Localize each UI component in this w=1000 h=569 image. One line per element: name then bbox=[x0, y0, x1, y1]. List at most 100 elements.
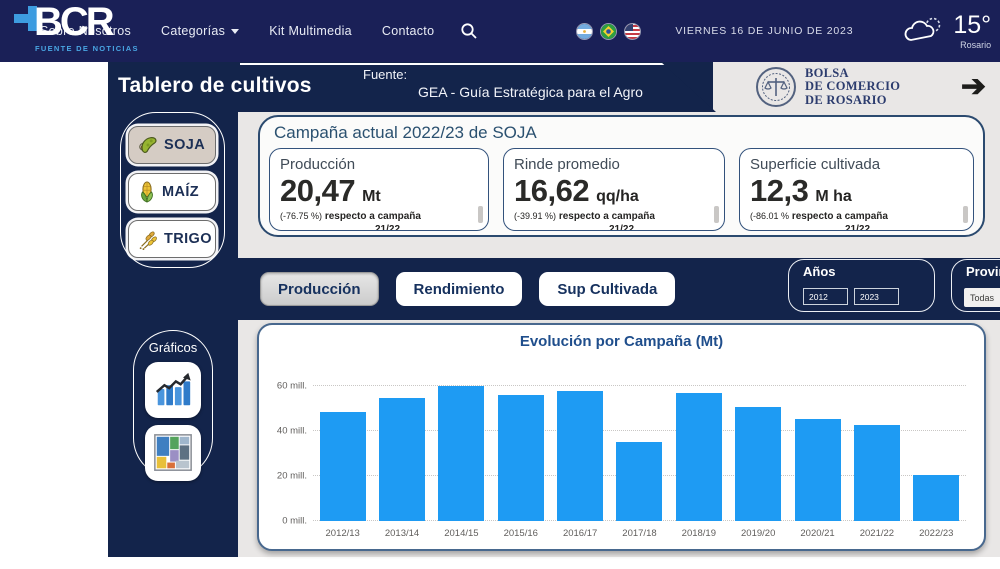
delta-text: respecto a campaña bbox=[559, 211, 655, 222]
chart-title: Evolución por Campaña (Mt) bbox=[259, 333, 984, 350]
stat-delta-line2: 21/22 bbox=[375, 224, 478, 231]
x-axis-tick-label: 2015/16 bbox=[491, 528, 550, 541]
bar-chart-view-button[interactable] bbox=[145, 362, 201, 418]
source-label: Fuente: bbox=[363, 67, 643, 82]
flag-argentina-icon[interactable] bbox=[576, 23, 593, 40]
year-from-input[interactable] bbox=[803, 288, 848, 305]
stat-cards-row: Producción 20,47 Mt (-76.75 %) respecto … bbox=[269, 148, 974, 231]
bar-2020/21[interactable] bbox=[795, 419, 841, 521]
years-label: Años bbox=[803, 264, 836, 279]
search-icon[interactable] bbox=[460, 22, 478, 40]
weather-widget: 15° Rosario bbox=[903, 13, 991, 50]
org-name: BOLSA DE COMERCIO DE ROSARIO bbox=[805, 67, 900, 108]
bar-2021/22[interactable] bbox=[854, 425, 900, 521]
crop-button-maiz[interactable]: MAÍZ bbox=[128, 173, 216, 211]
stat-label: Producción bbox=[280, 156, 478, 173]
bar-2019/20[interactable] bbox=[735, 407, 781, 521]
y-axis-tick-label: 40 mill. bbox=[269, 425, 307, 436]
bar-2015/16[interactable] bbox=[498, 395, 544, 521]
filter-bar: Producción Rendimiento Sup Cultivada Año… bbox=[238, 258, 1000, 320]
summary-section: Campaña actual 2022/23 de SOJA Producció… bbox=[238, 112, 1000, 258]
stat-value: 20,47 bbox=[280, 175, 355, 206]
bars-container bbox=[313, 363, 966, 521]
logo-mark-icon bbox=[14, 14, 36, 23]
nav-label: Contacto bbox=[382, 24, 434, 38]
crop-label: TRIGO bbox=[164, 231, 212, 247]
delta-pct: (-86.01 % bbox=[750, 211, 789, 221]
bar-chart-trend-icon bbox=[152, 369, 194, 411]
charts-selector: Gráficos bbox=[133, 330, 213, 478]
summary-container: Campaña actual 2022/23 de SOJA Producció… bbox=[258, 115, 985, 237]
site-header: BCR FUENTE DE NOTICIAS Sobre Nosotros Ca… bbox=[0, 0, 1000, 62]
bar-2017/18[interactable] bbox=[616, 442, 662, 521]
nav-item-contacto[interactable]: Contacto bbox=[382, 24, 434, 38]
stat-card-superficie: Superficie cultivada 12,3 M ha (-86.01 %… bbox=[739, 148, 974, 231]
x-axis-tick-label: 2012/13 bbox=[313, 528, 372, 541]
bar-2022/23[interactable] bbox=[913, 475, 959, 521]
card-scrollbar[interactable] bbox=[478, 206, 483, 223]
bar-slot bbox=[669, 363, 728, 521]
weather-city: Rosario bbox=[945, 40, 991, 50]
source-value: GEA - Guía Estratégica para el Agro bbox=[418, 84, 643, 100]
x-axis-tick-label: 2020/21 bbox=[788, 528, 847, 541]
page-title: Tablero de cultivos bbox=[118, 74, 312, 98]
crop-button-trigo[interactable]: TRIGO bbox=[128, 220, 216, 258]
nav-label: Categorías bbox=[161, 24, 225, 38]
stat-unit: qq/ha bbox=[596, 188, 639, 206]
bar-slot bbox=[907, 363, 966, 521]
stat-delta: (-76.75 %) respecto a campaña bbox=[280, 211, 478, 222]
x-axis-tick-label: 2013/14 bbox=[372, 528, 431, 541]
chart-card: Evolución por Campaña (Mt) 0 mill. 20 mil… bbox=[257, 323, 986, 551]
chart-plot: 0 mill.20 mill.40 mill.60 mill. bbox=[269, 363, 968, 521]
metric-tabs: Producción Rendimiento Sup Cultivada bbox=[260, 272, 675, 306]
bar-slot bbox=[313, 363, 372, 521]
y-axis-tick-label: 0 mill. bbox=[269, 516, 307, 527]
provinces-selected-value: Todas bbox=[970, 293, 1000, 303]
forward-arrow-button[interactable]: ➔ bbox=[961, 72, 986, 102]
card-scrollbar[interactable] bbox=[714, 206, 719, 223]
x-axis-tick-label: 2021/22 bbox=[847, 528, 906, 541]
crop-label: MAÍZ bbox=[162, 184, 199, 200]
bar-2014/15[interactable] bbox=[438, 386, 484, 521]
bar-slot bbox=[550, 363, 609, 521]
flag-usa-icon[interactable] bbox=[624, 23, 641, 40]
bar-2013/14[interactable] bbox=[379, 398, 425, 521]
x-axis-tick-label: 2014/15 bbox=[432, 528, 491, 541]
stat-delta-line2: 21/22 bbox=[609, 224, 714, 231]
flag-brazil-icon[interactable] bbox=[600, 23, 617, 40]
tab-rendimiento[interactable]: Rendimiento bbox=[396, 272, 523, 306]
treemap-view-button[interactable] bbox=[145, 425, 201, 481]
crop-button-soja[interactable]: SOJA bbox=[128, 126, 216, 164]
x-axis-tick-label: 2022/23 bbox=[907, 528, 966, 541]
card-scrollbar[interactable] bbox=[963, 206, 968, 223]
weather-temp: 15° bbox=[953, 13, 991, 38]
x-axis-tick-label: 2017/18 bbox=[610, 528, 669, 541]
nav-item-categorias[interactable]: Categorías bbox=[161, 24, 239, 38]
bar-2016/17[interactable] bbox=[557, 391, 603, 521]
bar-slot bbox=[788, 363, 847, 521]
nav-item-kit-multimedia[interactable]: Kit Multimedia bbox=[269, 24, 352, 38]
dashboard-header: BOLSA DE COMERCIO DE ROSARIO ➔ Fuente: G… bbox=[108, 62, 1000, 112]
provinces-filter: Provincias Todas bbox=[951, 259, 1000, 312]
delta-pct: (-39.91 %) bbox=[514, 211, 556, 221]
chart-section: Evolución por Campaña (Mt) 0 mill. 20 mil… bbox=[238, 320, 1000, 557]
tab-sup-cultivada[interactable]: Sup Cultivada bbox=[539, 272, 675, 306]
delta-text: respecto a campaña bbox=[792, 211, 888, 222]
bar-slot bbox=[432, 363, 491, 521]
stat-delta: (-39.91 %) respecto a campaña bbox=[514, 211, 714, 222]
crop-selector: SOJA MAÍZ bbox=[120, 112, 225, 268]
tab-produccion[interactable]: Producción bbox=[260, 272, 379, 306]
bar-2012/13[interactable] bbox=[320, 412, 366, 521]
cloud-icon bbox=[903, 16, 945, 46]
stat-delta: (-86.01 % respecto a campaña bbox=[750, 211, 963, 222]
y-axis-tick-label: 20 mill. bbox=[269, 470, 307, 481]
corn-icon bbox=[137, 181, 157, 203]
crop-label: SOJA bbox=[164, 137, 205, 153]
chart-x-labels: 2012/132013/142014/152015/162016/172017/… bbox=[313, 528, 966, 541]
org-line: DE ROSARIO bbox=[805, 94, 900, 108]
logo-text: BCR bbox=[34, 0, 112, 45]
bar-2018/19[interactable] bbox=[676, 393, 722, 521]
provinces-dropdown[interactable]: Todas bbox=[964, 288, 1000, 307]
year-to-input[interactable] bbox=[854, 288, 899, 305]
x-axis-tick-label: 2016/17 bbox=[550, 528, 609, 541]
